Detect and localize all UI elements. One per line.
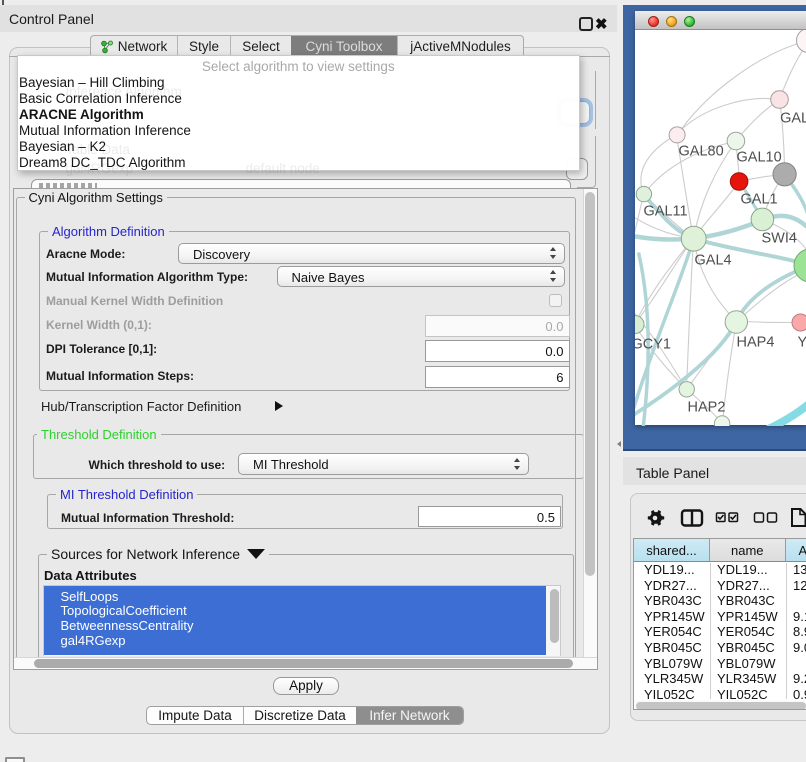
svg-text:GCY1: GCY1 — [635, 337, 671, 353]
svg-text:GAL10: GAL10 — [736, 150, 781, 166]
svg-text:HAP4: HAP4 — [736, 335, 774, 351]
svg-text:GAL11: GAL11 — [643, 204, 687, 220]
svg-text:HAP2: HAP2 — [687, 400, 725, 416]
svg-text:SWI4: SWI4 — [761, 231, 796, 247]
svg-text:GAL: GAL — [780, 111, 806, 127]
svg-text:GAL80: GAL80 — [678, 144, 723, 160]
svg-text:Y: Y — [797, 335, 806, 351]
svg-text:GAL1: GAL1 — [740, 192, 777, 208]
svg-text:GAL4: GAL4 — [694, 253, 731, 269]
